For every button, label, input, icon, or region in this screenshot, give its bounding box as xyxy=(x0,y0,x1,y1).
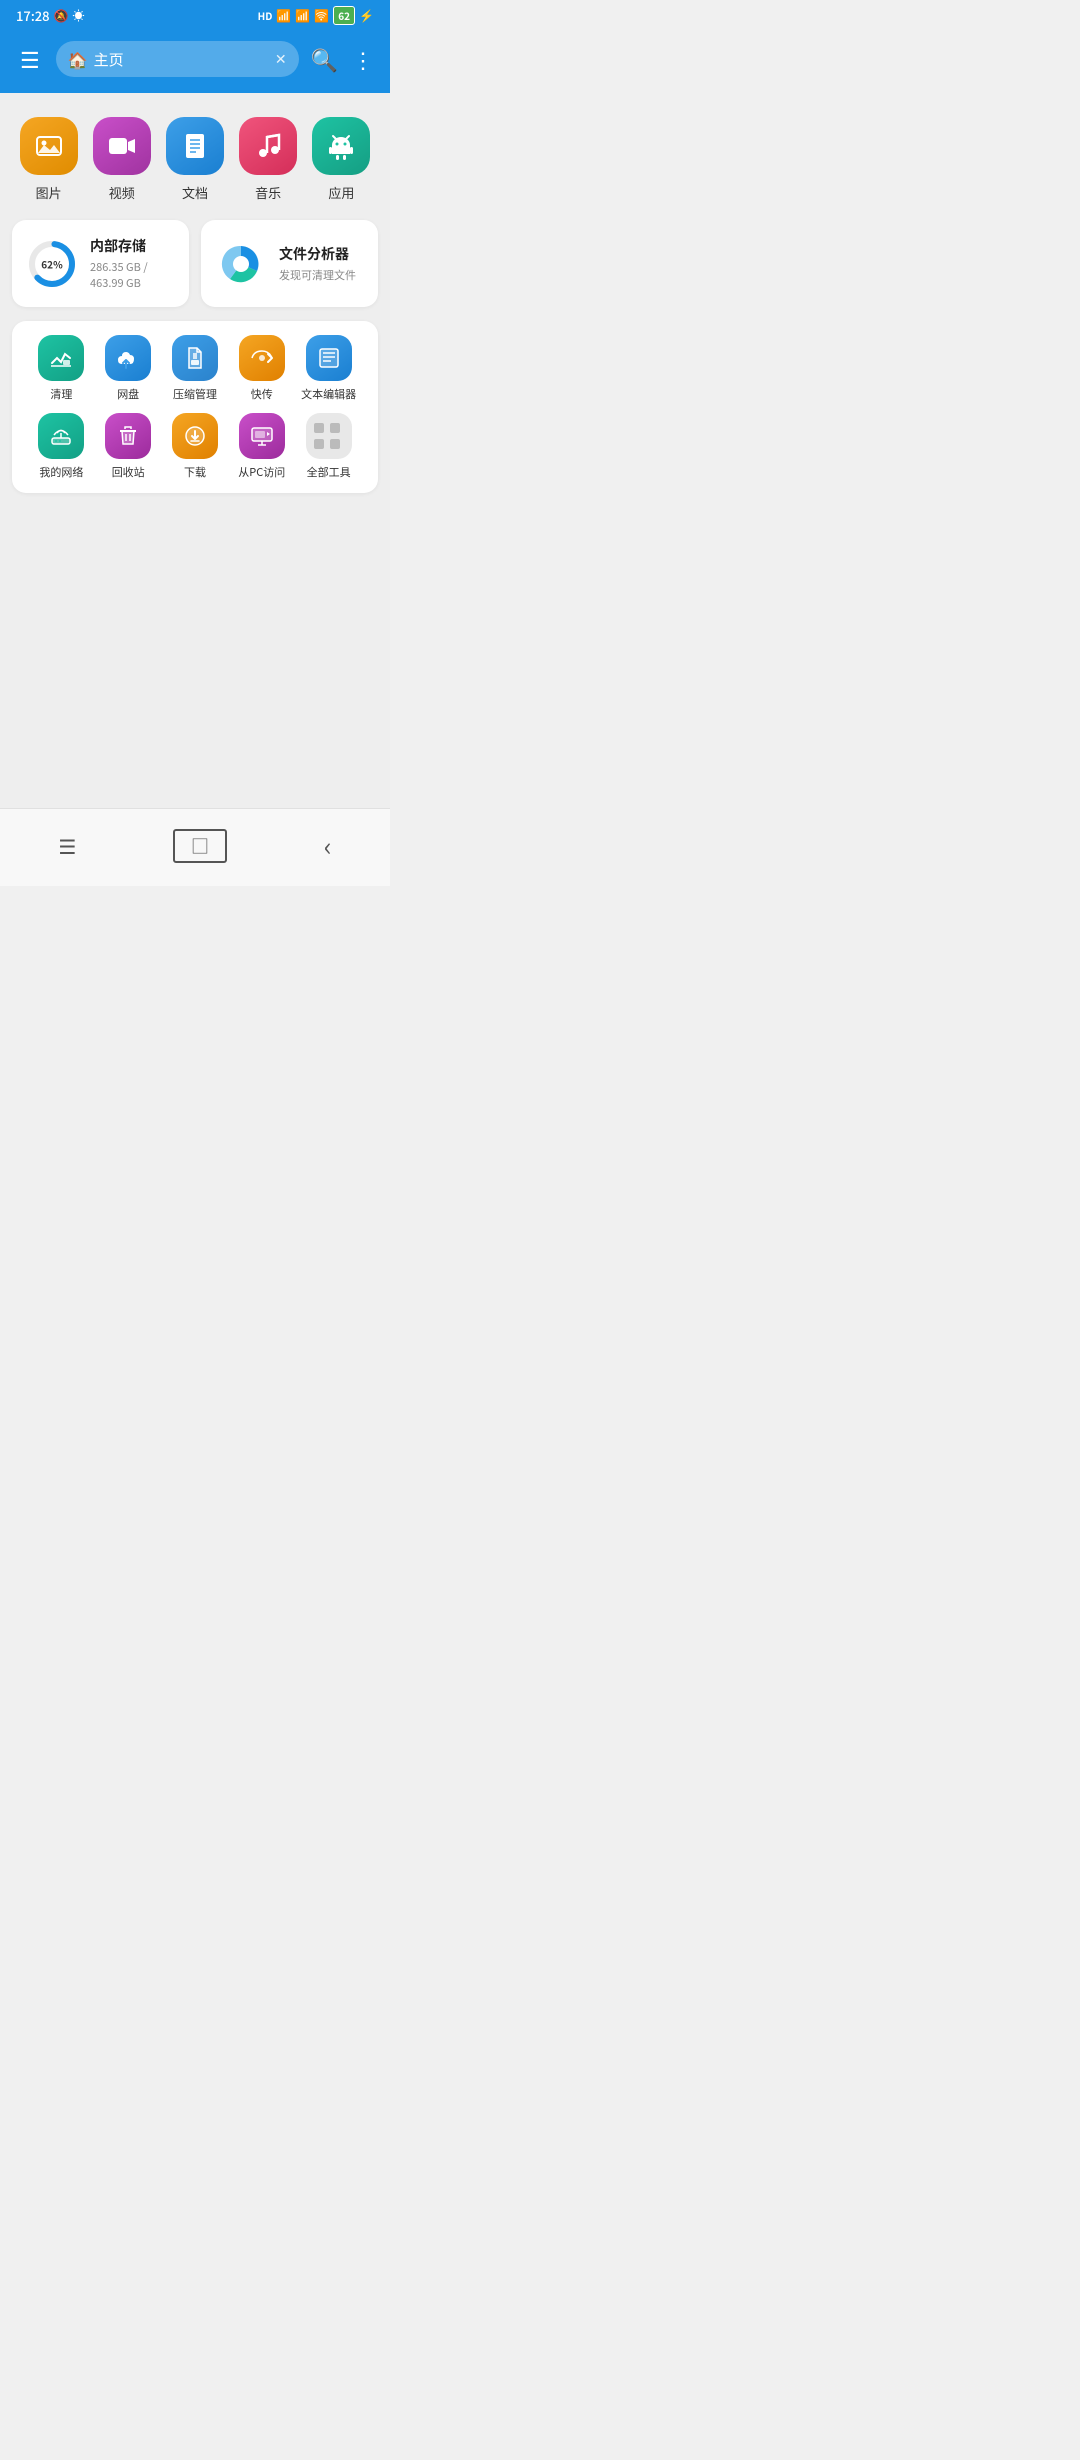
tools-grid: 清理 网盘 xyxy=(28,335,362,479)
tool-texted[interactable]: 文本编辑器 xyxy=(295,335,362,401)
tab-close-button[interactable]: ✕ xyxy=(275,49,287,69)
cloud-label: 网盘 xyxy=(117,388,139,401)
status-hd-icon: HD xyxy=(258,8,273,23)
texted-label: 文本编辑器 xyxy=(301,388,356,401)
storage-usage: 286.35 GB / 463.99 GB xyxy=(90,259,175,291)
docs-icon xyxy=(166,117,224,175)
status-weather-icon: ☀ xyxy=(72,7,84,24)
zip-label: 压缩管理 xyxy=(173,388,217,401)
tool-all[interactable]: 全部工具 xyxy=(295,413,362,479)
file-analyzer-card[interactable]: 文件分析器 发现可清理文件 xyxy=(201,220,378,307)
storage-title: 内部存储 xyxy=(90,236,175,256)
spacer xyxy=(0,659,390,808)
tool-cloud[interactable]: 网盘 xyxy=(95,335,162,401)
tool-download[interactable]: 下载 xyxy=(162,413,229,479)
signal-icon-1: 📶 xyxy=(276,7,291,24)
tool-zip[interactable]: 压缩管理 xyxy=(162,335,229,401)
recycle-label: 回收站 xyxy=(112,466,145,479)
search-button[interactable]: 🔍 xyxy=(311,43,338,75)
texted-icon xyxy=(306,335,352,381)
nav-actions: 🔍 ⋮ xyxy=(311,43,374,75)
images-icon xyxy=(20,117,78,175)
download-label: 下载 xyxy=(184,466,206,479)
net-label: 我的网络 xyxy=(39,466,83,479)
category-item-apps[interactable]: 应用 xyxy=(312,117,370,202)
status-silent-icon: 🔕 xyxy=(54,7,69,24)
images-label: 图片 xyxy=(36,183,62,202)
battery-indicator: 62 xyxy=(333,6,355,25)
home-icon: 🏠 xyxy=(68,47,88,71)
internal-storage-card[interactable]: 62% 内部存储 286.35 GB / 463.99 GB xyxy=(12,220,189,307)
category-row: 图片 视频 xyxy=(12,109,378,206)
apps-icon xyxy=(312,117,370,175)
signal-icon-2: 📶 xyxy=(295,7,310,24)
category-item-video[interactable]: 视频 xyxy=(93,117,151,202)
menu-button[interactable]: ☰ xyxy=(16,39,44,79)
analyzer-info: 文件分析器 发现可清理文件 xyxy=(279,244,356,283)
recycle-icon xyxy=(105,413,151,459)
bottom-back-button[interactable]: ‹ xyxy=(304,823,352,868)
tool-pc[interactable]: 从PC访问 xyxy=(228,413,295,479)
storage-row: 62% 内部存储 286.35 GB / 463.99 GB xyxy=(12,220,378,307)
more-button[interactable]: ⋮ xyxy=(352,43,374,75)
main-content: 图片 视频 xyxy=(0,93,390,659)
clean-label: 清理 xyxy=(50,388,72,401)
apps-label: 应用 xyxy=(328,183,354,202)
video-icon xyxy=(93,117,151,175)
tool-net[interactable]: 我的网络 xyxy=(28,413,95,479)
xfer-label: 快传 xyxy=(251,388,273,401)
music-label: 音乐 xyxy=(255,183,281,202)
tool-clean[interactable]: 清理 xyxy=(28,335,95,401)
bottom-menu-button[interactable]: ☰ xyxy=(38,827,96,864)
docs-label: 文档 xyxy=(182,183,208,202)
download-icon xyxy=(172,413,218,459)
category-item-docs[interactable]: 文档 xyxy=(166,117,224,202)
tool-xfer[interactable]: 快传 xyxy=(228,335,295,401)
analyzer-title: 文件分析器 xyxy=(279,244,356,264)
charging-icon: ⚡ xyxy=(359,7,374,24)
pc-label: 从PC访问 xyxy=(238,466,285,479)
all-label: 全部工具 xyxy=(307,466,351,479)
status-time: 17:28 xyxy=(16,6,50,25)
status-right: HD 📶 📶 🛜 62 ⚡ xyxy=(258,6,374,25)
pc-icon xyxy=(239,413,285,459)
tools-card: 清理 网盘 xyxy=(12,321,378,493)
status-bar: 17:28 🔕 ☀ HD 📶 📶 🛜 62 ⚡ xyxy=(0,0,390,29)
bottom-home-button[interactable]: □ xyxy=(173,829,227,863)
storage-donut: 62% xyxy=(26,238,78,290)
all-icon xyxy=(306,413,352,459)
category-item-music[interactable]: 音乐 xyxy=(239,117,297,202)
category-item-images[interactable]: 图片 xyxy=(20,117,78,202)
video-label: 视频 xyxy=(109,183,135,202)
home-tab[interactable]: 🏠 主页 ✕ xyxy=(56,41,299,77)
storage-info: 内部存储 286.35 GB / 463.99 GB xyxy=(90,236,175,291)
analyzer-subtitle: 发现可清理文件 xyxy=(279,267,356,283)
storage-percent-label: 62% xyxy=(41,256,62,271)
clean-icon xyxy=(38,335,84,381)
nav-bar: ☰ 🏠 主页 ✕ 🔍 ⋮ xyxy=(0,29,390,93)
cloud-icon xyxy=(105,335,151,381)
zip-icon xyxy=(172,335,218,381)
file-analyzer-icon xyxy=(215,238,267,290)
music-icon xyxy=(239,117,297,175)
bottom-nav: ☰ □ ‹ xyxy=(0,808,390,886)
tool-recycle[interactable]: 回收站 xyxy=(95,413,162,479)
net-icon xyxy=(38,413,84,459)
status-left: 17:28 🔕 ☀ xyxy=(16,6,84,25)
xfer-icon xyxy=(239,335,285,381)
tab-label: 主页 xyxy=(94,49,124,70)
wifi-icon: 🛜 xyxy=(314,7,329,24)
